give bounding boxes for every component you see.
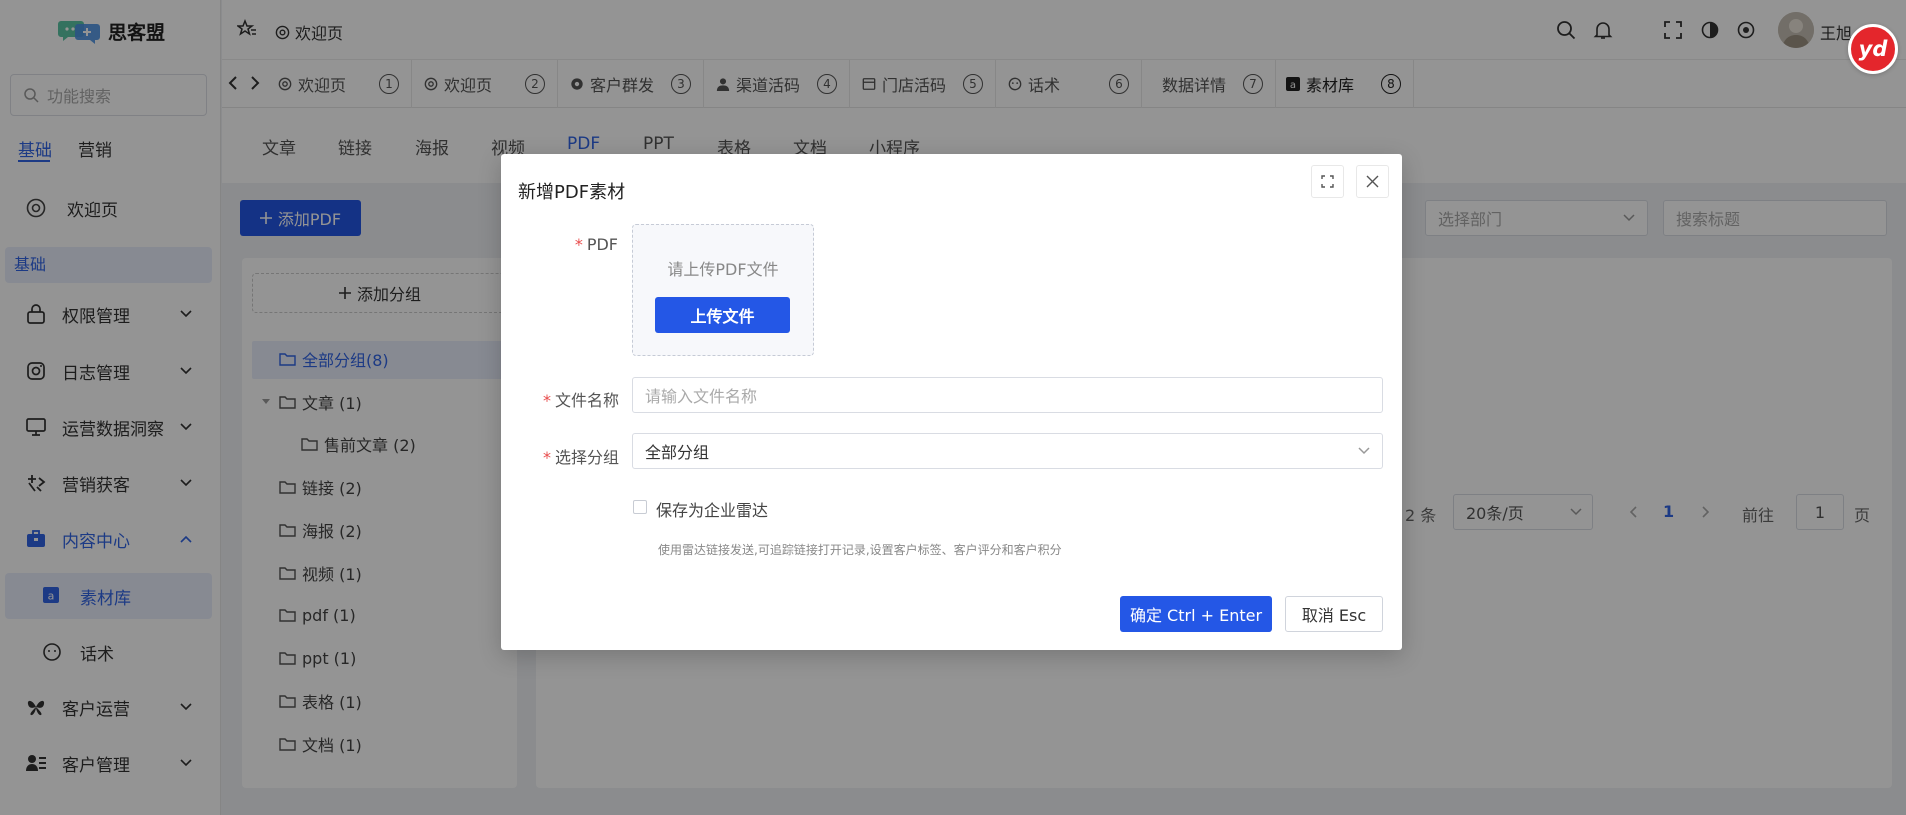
group-select-value: 全部分组	[645, 443, 710, 462]
maximize-button[interactable]	[1311, 165, 1344, 198]
upload-file-button[interactable]: 上传文件	[655, 297, 790, 333]
upload-hint: 请上传PDF文件	[667, 260, 779, 279]
pdf-label-text: PDF	[586, 235, 618, 254]
chevron-down-icon	[1358, 447, 1370, 455]
cancel-button[interactable]: 取消 Esc	[1285, 596, 1383, 632]
filename-label-text: 文件名称	[554, 391, 619, 410]
radar-checkbox[interactable]	[633, 500, 647, 514]
radar-checkbox-label[interactable]: 保存为企业雷达	[656, 497, 768, 521]
close-button[interactable]	[1356, 165, 1389, 198]
expand-icon	[1321, 175, 1334, 188]
filename-placeholder: 请输入文件名称	[645, 387, 758, 406]
radar-description: 使用雷达链接发送,可追踪链接打开记录,设置客户标签、客户评分和客户积分	[658, 543, 1062, 557]
dialog-title: 新增PDF素材	[518, 182, 626, 203]
group-field-label: * 选择分组	[542, 448, 619, 467]
floating-badge[interactable]: yd	[1848, 24, 1898, 74]
filename-field-label: * 文件名称	[542, 391, 619, 410]
pdf-upload-area[interactable]	[632, 224, 814, 356]
group-select[interactable]: 全部分组	[632, 433, 1383, 469]
group-label-text: 选择分组	[554, 448, 619, 467]
pdf-field-label: * PDF	[574, 235, 618, 254]
confirm-button[interactable]: 确定 Ctrl + Enter	[1120, 596, 1272, 632]
filename-input[interactable]: 请输入文件名称	[632, 377, 1383, 413]
close-icon	[1366, 175, 1379, 188]
